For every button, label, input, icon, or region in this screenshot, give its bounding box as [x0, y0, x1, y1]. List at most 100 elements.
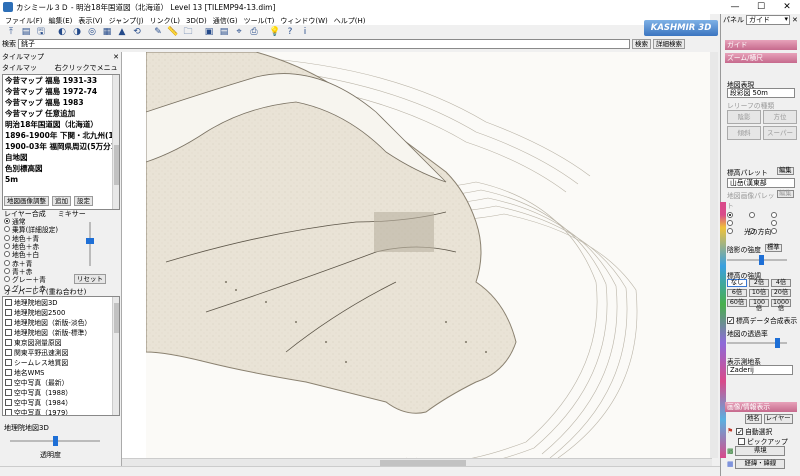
radio-button[interactable]: [4, 251, 10, 258]
mountain-icon[interactable]: ▲: [115, 26, 129, 38]
menu-item-9[interactable]: ヘルプ(H): [331, 16, 369, 26]
radio-button[interactable]: [4, 259, 10, 266]
menu-item-3[interactable]: ジャンプ(J): [106, 16, 147, 26]
light-direction-radio[interactable]: [727, 212, 733, 218]
help-icon[interactable]: ?: [283, 26, 297, 38]
overlay-item[interactable]: 地理院地図（新版-淡色）: [3, 317, 119, 327]
zoom-section-header[interactable]: ズーム/横尺: [725, 53, 797, 63]
overlay-item[interactable]: 地理院地図（新版-標準）: [3, 327, 119, 337]
emphasis-button[interactable]: 60倍: [727, 299, 747, 307]
pickup-checkbox[interactable]: [738, 437, 745, 445]
tilemap-item[interactable]: 今昔マップ 福島 1983: [3, 97, 119, 108]
globe2-icon[interactable]: ◑: [70, 26, 84, 38]
minimize-button[interactable]: —: [722, 0, 748, 14]
emphasis-button[interactable]: 4倍: [771, 279, 791, 287]
close-button[interactable]: ✕: [774, 0, 800, 14]
tilemap-item[interactable]: 1900-03年 福岡県周辺(5万分1): [3, 141, 119, 152]
relief-button[interactable]: スーパー: [763, 126, 797, 140]
map-display-select[interactable]: 段彩図 50m: [727, 88, 795, 98]
panel-close-icon[interactable]: ✕: [792, 16, 798, 24]
light-direction-radio[interactable]: [771, 228, 777, 234]
menu-item-8[interactable]: ウィンドウ(W): [277, 16, 330, 26]
pencil-icon[interactable]: ✎: [151, 26, 165, 38]
emphasis-button[interactable]: 100倍: [749, 299, 769, 312]
jump-icon[interactable]: ⤒: [4, 26, 18, 38]
tilemap-item[interactable]: 明治18年国道図（北海道）: [3, 119, 119, 130]
overlay-checkbox[interactable]: [5, 308, 12, 316]
tilemap-item[interactable]: 自地図: [3, 152, 119, 163]
globe-icon[interactable]: ◐: [55, 26, 69, 38]
tilemap-item[interactable]: 今昔マップ 福島 1931-33: [3, 75, 119, 86]
map-view[interactable]: [122, 52, 712, 458]
overlay-checkbox[interactable]: [5, 338, 12, 346]
overlay-item[interactable]: 東京図測量原図: [3, 337, 119, 347]
overlay-item[interactable]: 地名WMS: [3, 367, 119, 377]
overlay-item[interactable]: 空中写真（1984）: [3, 397, 119, 407]
info-icon[interactable]: i: [298, 26, 312, 38]
map-transparency-slider[interactable]: [727, 338, 787, 348]
overlay-checkbox[interactable]: [5, 298, 12, 306]
overlay-scrollbar[interactable]: [112, 297, 119, 415]
auto-select-checkbox[interactable]: [736, 427, 744, 435]
light-direction-radio[interactable]: [727, 228, 733, 234]
emphasis-button[interactable]: 20倍: [771, 289, 791, 297]
map-vertical-scrollbar[interactable]: [710, 52, 718, 458]
mixer-slider[interactable]: [86, 222, 94, 266]
tilemap-item[interactable]: 色別標高図: [3, 163, 119, 174]
overlay-checkbox[interactable]: [5, 378, 12, 386]
map-canvas[interactable]: [146, 52, 710, 458]
radio-button[interactable]: [4, 226, 10, 233]
relief-button[interactable]: 方位: [763, 110, 797, 124]
reset-button[interactable]: リセット: [74, 274, 106, 284]
menu-item-4[interactable]: リンク(L): [147, 16, 183, 26]
overlay-item[interactable]: 地理院地図3D: [3, 297, 119, 307]
radio-button[interactable]: [4, 243, 10, 250]
datum-select[interactable]: Zaderij: [727, 365, 793, 375]
palette-edit-button[interactable]: 編集: [777, 167, 794, 175]
shadow-slider[interactable]: [727, 255, 787, 265]
tilemap-item[interactable]: 今昔マップ 任意追加: [3, 108, 119, 119]
emphasis-button[interactable]: 6倍: [727, 289, 747, 297]
world-icon[interactable]: ◎: [85, 26, 99, 38]
open-icon[interactable]: ▤: [19, 26, 33, 38]
overlay-checkbox[interactable]: [5, 328, 12, 336]
prefecture-border-button[interactable]: 県境: [735, 446, 786, 456]
overlay-item[interactable]: 空中写真（1988）: [3, 387, 119, 397]
save-icon[interactable]: 🖫: [34, 26, 48, 38]
tilemap-item[interactable]: 1896-1900年 下関・北九州(1万ｶ: [3, 130, 119, 141]
light-direction-radio[interactable]: [727, 220, 733, 226]
tilemap-scrollbar[interactable]: [112, 75, 119, 209]
gps-icon[interactable]: ⌖: [232, 26, 246, 38]
relief-button[interactable]: 傾斜: [727, 126, 761, 140]
search-button[interactable]: 検索: [632, 39, 651, 49]
rotate-icon[interactable]: ⟲: [130, 26, 144, 38]
detail-search-button[interactable]: 詳細検索: [653, 39, 685, 49]
map-horizontal-scrollbar[interactable]: [122, 458, 712, 466]
overlay-checkbox[interactable]: [5, 348, 12, 356]
map-icon[interactable]: ▦: [100, 26, 114, 38]
panel-close-icon[interactable]: ✕: [113, 53, 119, 61]
menu-item-1[interactable]: 編集(E): [46, 16, 76, 26]
emphasis-button[interactable]: 10倍: [749, 289, 769, 297]
light-direction-radio[interactable]: [771, 212, 777, 218]
menu-item-2[interactable]: 表示(V): [75, 16, 105, 26]
panel-select[interactable]: ガイド: [746, 15, 790, 25]
lamp-icon[interactable]: 💡: [268, 26, 282, 38]
light-direction-radio[interactable]: [749, 212, 755, 218]
map-palette-edit-button[interactable]: 編集: [777, 190, 794, 198]
ruler-icon[interactable]: 📏: [166, 26, 180, 38]
radio-button[interactable]: [4, 276, 10, 283]
camera-icon[interactable]: ▣: [202, 26, 216, 38]
overlay-item[interactable]: 空中写真（1979）: [3, 407, 119, 415]
radio-button[interactable]: [4, 218, 10, 225]
place-name-button[interactable]: 地名: [745, 414, 762, 424]
overlay-checkbox[interactable]: [5, 358, 12, 366]
shadow-standard-button[interactable]: 標準: [764, 244, 782, 252]
synth-checkbox[interactable]: [727, 316, 734, 324]
overlay-item[interactable]: 地理院地図2500: [3, 307, 119, 317]
relief-button[interactable]: 陰影: [727, 110, 761, 124]
names-section-header[interactable]: 画像/情報表示: [725, 402, 797, 412]
tilemap-item[interactable]: 今昔マップ 福島 1972-74: [3, 86, 119, 97]
overlay-item[interactable]: 関東平野迅速測図: [3, 347, 119, 357]
settings-button[interactable]: 設定: [74, 196, 93, 206]
